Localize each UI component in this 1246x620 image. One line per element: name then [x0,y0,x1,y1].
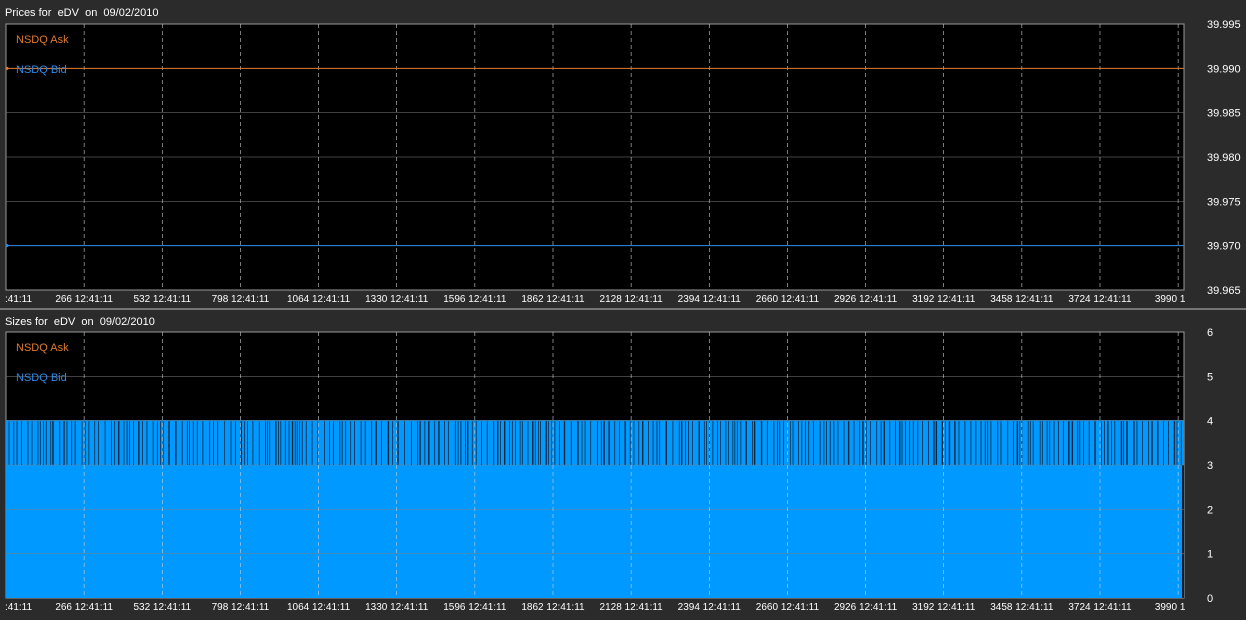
sizes-y-tick-label: 5 [1207,371,1213,383]
sizes-x-tick-label: 2660 12:41:11 [756,602,820,613]
sizes-x-tick-label: 1330 12:41:11 [365,602,429,613]
prices-y-tick-label: 39.990 [1207,63,1241,75]
prices-x-tick-label: 1064 12:41:11 [287,294,351,305]
prices-x-tick-label: 2660 12:41:11 [756,294,820,305]
prices-y-tick-label: 39.965 [1207,285,1241,297]
prices-series-start-point [5,244,9,248]
sizes-legend-bid: NSDQ Bid [16,372,67,384]
sizes-y-tick-label: 3 [1207,460,1213,472]
sizes-x-tick-label: 3458 12:41:11 [990,602,1054,613]
chart-canvas: Prices for eDV on 09/02/2010 39.995 39.99… [0,0,1246,615]
sizes-panel: Sizes for eDV on 09/02/2010 6 5 4 3 2 1 0 :41:… [5,316,1213,613]
sizes-x-tick-label: 2394 12:41:11 [678,602,742,613]
prices-x-tick-label: 532 12:41:11 [133,294,191,305]
prices-x-tick-label: 798 12:41:11 [212,294,270,305]
sizes-y-tick-label: 2 [1207,504,1213,516]
sizes-x-tick-label: 3192 12:41:11 [912,602,976,613]
sizes-x-tick-label: 3724 12:41:11 [1068,602,1132,613]
prices-y-tick-label: 39.995 [1207,19,1241,31]
prices-y-tick-label: 39.975 [1207,196,1241,208]
sizes-x-tick-label: :41:11 [5,602,32,613]
prices-legend-ask: NSDQ Ask [16,34,69,46]
sizes-x-tick-label: 266 12:41:11 [55,602,113,613]
sizes-y-tick-label: 1 [1207,549,1213,561]
sizes-y-tick-label: 4 [1207,416,1213,428]
prices-x-tick-label: 1862 12:41:11 [521,294,585,305]
prices-title: Prices for eDV on 09/02/2010 [5,7,158,19]
prices-panel: Prices for eDV on 09/02/2010 39.995 39.99… [5,7,1241,305]
sizes-title: Sizes for eDV on 09/02/2010 [5,316,155,328]
sizes-x-tick-label: 1064 12:41:11 [287,602,351,613]
prices-series-start-point [5,66,9,70]
prices-y-tick-label: 39.970 [1207,241,1241,253]
prices-x-tick-label: 3192 12:41:11 [912,294,976,305]
prices-x-tick-label: 1330 12:41:11 [365,294,429,305]
sizes-x-tick-label: 1862 12:41:11 [521,602,585,613]
prices-x-tick-label: 3990 1 [1155,294,1186,305]
prices-x-tick-label: 3724 12:41:11 [1068,294,1132,305]
sizes-x-tick-label: 3990 1 [1155,602,1186,613]
prices-x-tick-label: 1596 12:41:11 [443,294,507,305]
sizes-y-tick-label: 0 [1207,593,1213,605]
sizes-x-tick-label: 1596 12:41:11 [443,602,507,613]
sizes-y-tick-label: 6 [1207,327,1213,339]
prices-x-tick-label: 2128 12:41:11 [600,294,664,305]
sizes-x-tick-label: 2926 12:41:11 [834,602,898,613]
sizes-bid-band [6,420,1184,465]
sizes-x-tick-label: 798 12:41:11 [212,602,270,613]
prices-y-tick-label: 39.985 [1207,108,1241,120]
sizes-bid-area [6,465,1184,598]
prices-legend-bid: NSDQ Bid [16,64,67,76]
prices-x-tick-label: 2926 12:41:11 [834,294,898,305]
sizes-x-tick-label: 2128 12:41:11 [600,602,664,613]
sizes-bid-end-marker [1182,465,1184,598]
prices-x-tick-label: 266 12:41:11 [55,294,113,305]
prices-y-tick-label: 39.980 [1207,152,1241,164]
prices-x-tick-label: :41:11 [5,294,32,305]
sizes-legend-ask: NSDQ Ask [16,342,69,354]
prices-x-tick-label: 2394 12:41:11 [678,294,742,305]
sizes-x-tick-label: 532 12:41:11 [133,602,191,613]
prices-x-tick-label: 3458 12:41:11 [990,294,1054,305]
